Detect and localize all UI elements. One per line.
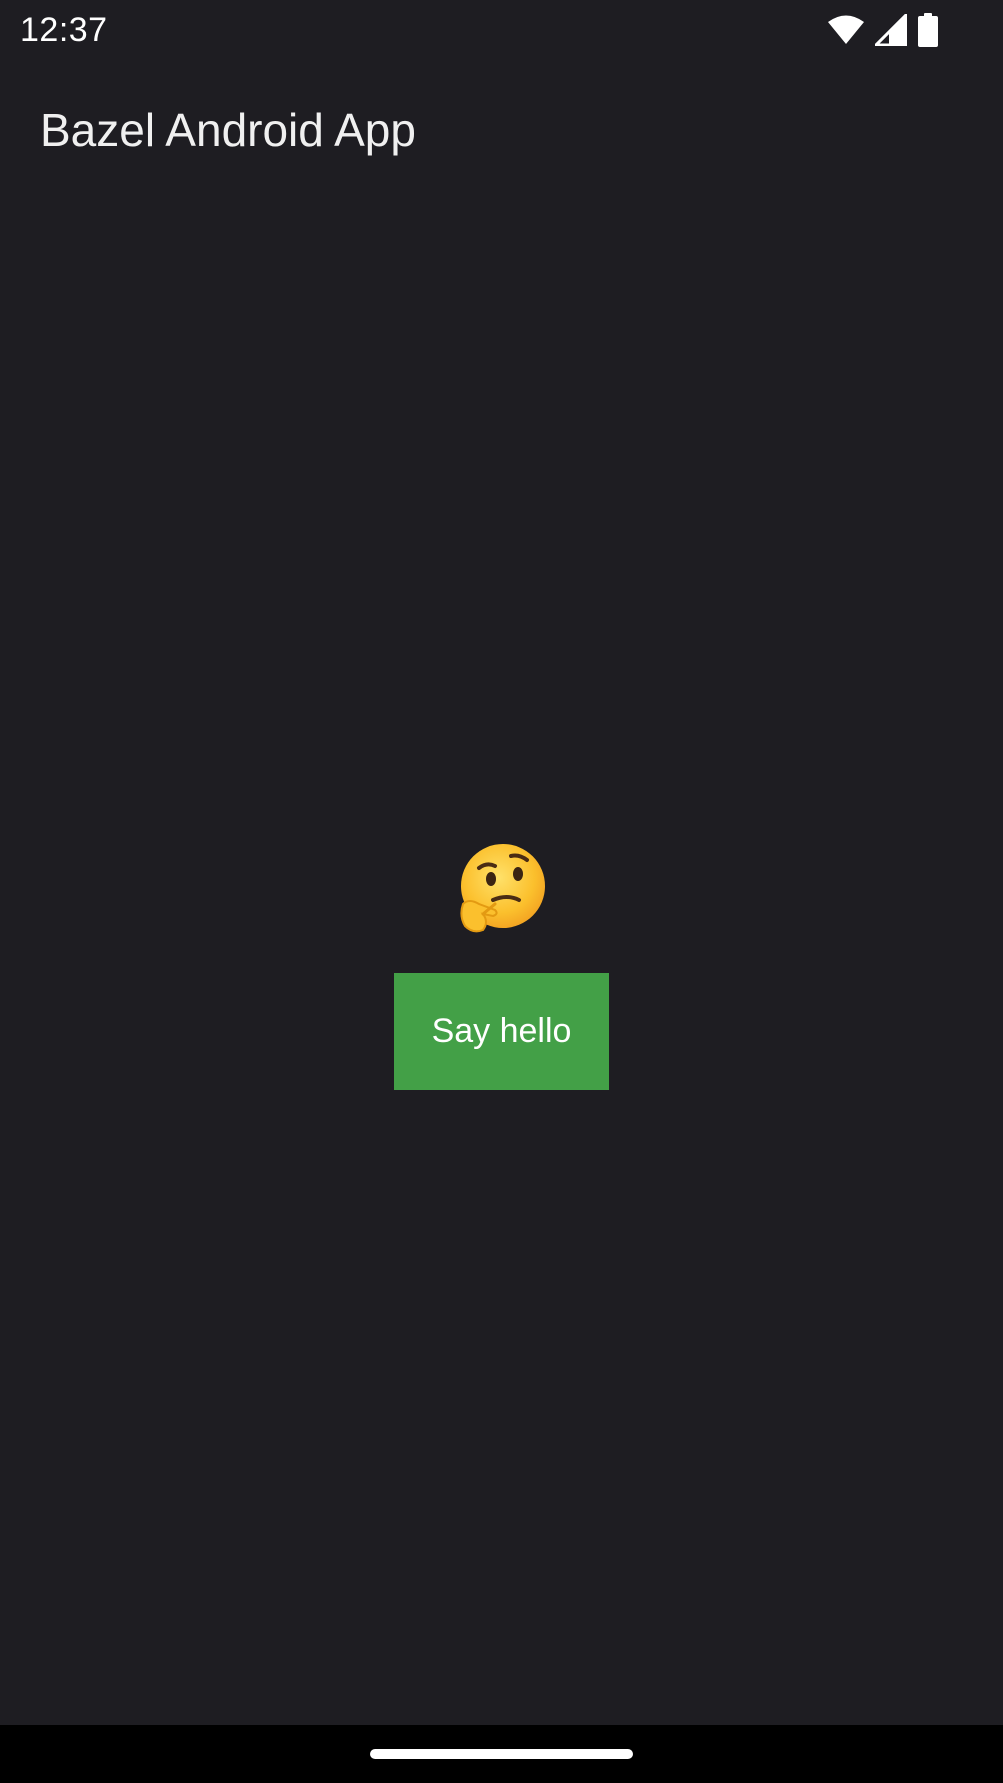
navigation-bar: [0, 1725, 1003, 1783]
app-title: Bazel Android App: [40, 104, 416, 156]
home-indicator[interactable]: [370, 1749, 633, 1759]
app-screen: 12:37 Bazel Android App Say hello: [0, 0, 1003, 1783]
status-time: 12:37: [20, 11, 108, 49]
status-icons: [827, 12, 939, 48]
say-hello-button[interactable]: Say hello: [394, 973, 609, 1090]
thinking-face-icon: [455, 842, 547, 934]
cellular-signal-icon: [875, 14, 907, 46]
app-bar: Bazel Android App: [0, 60, 1003, 200]
status-bar: 12:37: [0, 0, 1003, 60]
wifi-icon: [827, 15, 865, 45]
battery-icon: [917, 13, 939, 47]
